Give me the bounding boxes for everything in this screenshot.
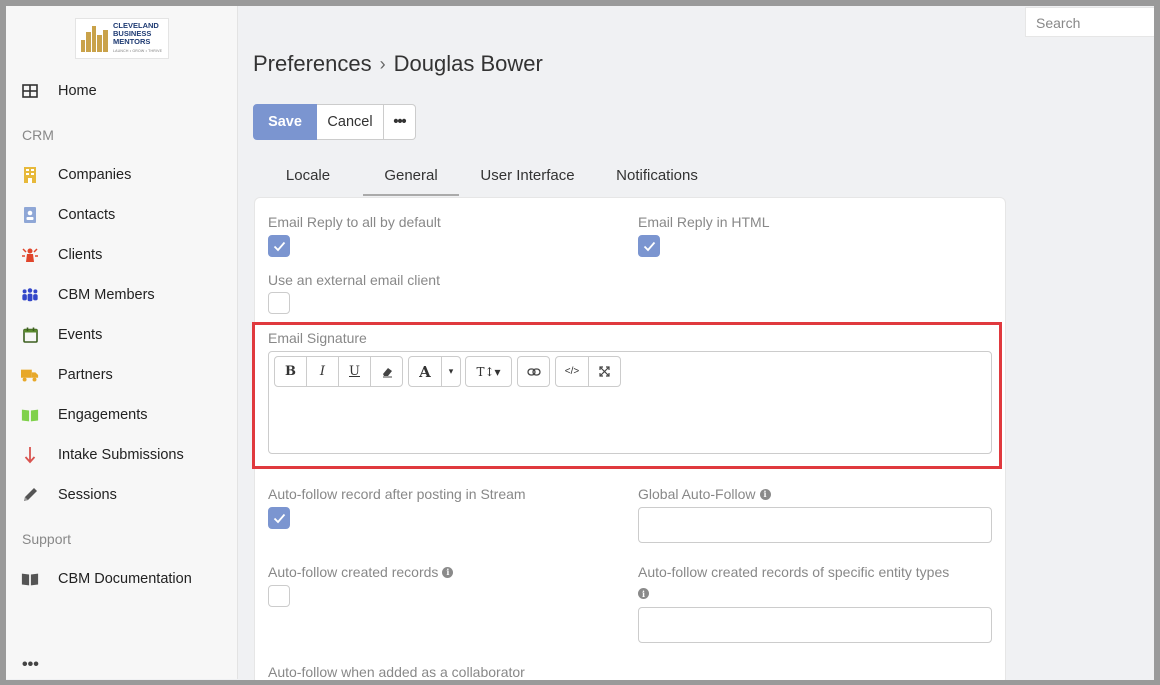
- skyline-logo-icon: [80, 24, 110, 54]
- sidebar-item-cbm-documentation[interactable]: CBM Documentation: [6, 561, 237, 597]
- preferences-tabs: Locale General User Interface Notificati…: [253, 158, 718, 196]
- sidebar-item-companies[interactable]: Companies: [6, 157, 237, 193]
- nav-group-support: Support: [22, 531, 72, 547]
- editor-toolbar-size-group: T↕▾: [465, 356, 512, 387]
- auto-follow-created-label-text: Auto-follow created records: [268, 564, 439, 580]
- book-open-icon: [21, 406, 39, 424]
- email-signature-label: Email Signature: [268, 330, 367, 346]
- global-auto-follow-label-text: Global Auto-Follow: [638, 486, 756, 502]
- email-reply-all-label: Email Reply to all by default: [268, 214, 441, 230]
- truck-icon: [21, 366, 39, 384]
- sidebar-item-label: Clients: [58, 247, 103, 263]
- more-actions-button[interactable]: •••: [384, 104, 416, 140]
- editor-toolbar-style-group: B I U: [274, 356, 403, 387]
- checkmark-icon: [273, 513, 286, 524]
- email-reply-html-label: Email Reply in HTML: [638, 214, 770, 230]
- sidebar-item-label: Sessions: [58, 487, 117, 503]
- breadcrumb-root-link[interactable]: Preferences: [253, 51, 372, 77]
- sidebar-item-cbm-members[interactable]: CBM Members: [6, 277, 237, 313]
- checkmark-icon: [643, 241, 656, 252]
- contact-card-icon: [21, 206, 39, 224]
- external-email-client-checkbox[interactable]: [268, 292, 290, 314]
- sidebar-item-label: Contacts: [58, 207, 116, 223]
- auto-follow-entity-types-label: Auto-follow created records of specific …: [638, 564, 950, 580]
- editor-toolbar-view-group: </>: [555, 356, 621, 387]
- italic-button[interactable]: I: [306, 357, 338, 386]
- editor-toolbar-color-group: A ▾: [408, 356, 461, 387]
- sidebar-item-label: CBM Members: [58, 287, 155, 303]
- font-color-dropdown[interactable]: ▾: [441, 357, 460, 386]
- global-auto-follow-label: Global Auto-Follow i: [638, 486, 771, 502]
- sidebar-item-engagements[interactable]: Engagements: [6, 397, 237, 433]
- group-icon: [21, 286, 39, 304]
- logo-tagline: LAUNCH • GROW • THRIVE: [113, 49, 163, 53]
- sidebar-item-intake-submissions[interactable]: Intake Submissions: [6, 437, 237, 473]
- sidebar-item-home[interactable]: Home: [6, 73, 237, 109]
- auto-follow-stream-checkbox[interactable]: [268, 507, 290, 529]
- sidebar-item-contacts[interactable]: Contacts: [6, 197, 237, 233]
- arrow-down-icon: [21, 446, 39, 464]
- info-icon[interactable]: i: [638, 588, 649, 599]
- eraser-icon: [382, 367, 392, 377]
- sidebar-item-label: CBM Documentation: [58, 571, 192, 587]
- save-button[interactable]: Save: [253, 104, 317, 140]
- checkmark-icon: [273, 241, 286, 252]
- info-icon[interactable]: i: [759, 488, 771, 500]
- calendar-icon: [21, 326, 39, 344]
- eraser-button[interactable]: [370, 357, 402, 386]
- auto-follow-stream-label: Auto-follow record after posting in Stre…: [268, 486, 526, 502]
- sidebar-item-label: Companies: [58, 167, 132, 183]
- underline-button[interactable]: U: [338, 357, 370, 386]
- person-burst-icon: [21, 246, 39, 264]
- tab-locale[interactable]: Locale: [253, 158, 363, 196]
- sidebar-item-events[interactable]: Events: [6, 317, 237, 353]
- font-size-button[interactable]: T↕▾: [466, 357, 511, 386]
- sidebar-item-partners[interactable]: Partners: [6, 357, 237, 393]
- home-grid-icon: [21, 82, 39, 100]
- auto-follow-entity-types-field[interactable]: [638, 607, 992, 643]
- sidebar-item-label: Events: [58, 327, 103, 343]
- tab-user-interface[interactable]: User Interface: [459, 158, 596, 196]
- auto-follow-created-label: Auto-follow created records i: [268, 564, 454, 580]
- expand-icon: [599, 366, 610, 377]
- sidebar-item-label: Partners: [58, 367, 113, 383]
- sidebar-item-clients[interactable]: Clients: [6, 237, 237, 273]
- email-reply-html-checkbox[interactable]: [638, 235, 660, 257]
- sidebar: CLEVELAND BUSINESS MENTORS LAUNCH • GROW…: [6, 6, 238, 679]
- fullscreen-button[interactable]: [588, 357, 620, 386]
- cancel-button[interactable]: Cancel: [317, 104, 384, 140]
- insert-link-button[interactable]: [518, 357, 549, 386]
- font-color-button[interactable]: A: [409, 357, 441, 386]
- pencil-icon: [21, 486, 39, 504]
- bold-button[interactable]: B: [275, 357, 306, 386]
- breadcrumb-separator: ›: [379, 53, 386, 74]
- sidebar-more-button[interactable]: •••: [22, 656, 39, 674]
- global-auto-follow-field[interactable]: [638, 507, 992, 543]
- page-title: Douglas Bower: [393, 51, 543, 76]
- tab-notifications[interactable]: Notifications: [596, 158, 718, 196]
- code-view-button[interactable]: </>: [556, 357, 588, 386]
- action-button-group: Save Cancel •••: [253, 104, 416, 140]
- auto-follow-collaborator-label: Auto-follow when added as a collaborator: [268, 664, 525, 680]
- brand-logo[interactable]: CLEVELAND BUSINESS MENTORS LAUNCH • GROW…: [75, 18, 169, 59]
- building-icon: [21, 166, 39, 184]
- logo-text-line3: MENTORS: [113, 37, 151, 46]
- breadcrumb: Preferences › Douglas Bower: [253, 51, 543, 77]
- tab-general[interactable]: General: [363, 158, 459, 196]
- sidebar-item-label: Engagements: [58, 407, 148, 423]
- sidebar-item-label: Home: [58, 83, 97, 99]
- external-email-client-label: Use an external email client: [268, 272, 440, 288]
- sidebar-item-label: Intake Submissions: [58, 447, 184, 463]
- info-icon[interactable]: i: [442, 566, 454, 578]
- book-icon: [21, 570, 39, 588]
- email-reply-all-checkbox[interactable]: [268, 235, 290, 257]
- link-icon: [526, 367, 541, 376]
- search-input[interactable]: Search: [1025, 7, 1154, 37]
- sidebar-item-sessions[interactable]: Sessions: [6, 477, 237, 513]
- editor-toolbar-link-group: [517, 356, 550, 387]
- auto-follow-created-checkbox[interactable]: [268, 585, 290, 607]
- nav-group-crm: CRM: [22, 127, 54, 143]
